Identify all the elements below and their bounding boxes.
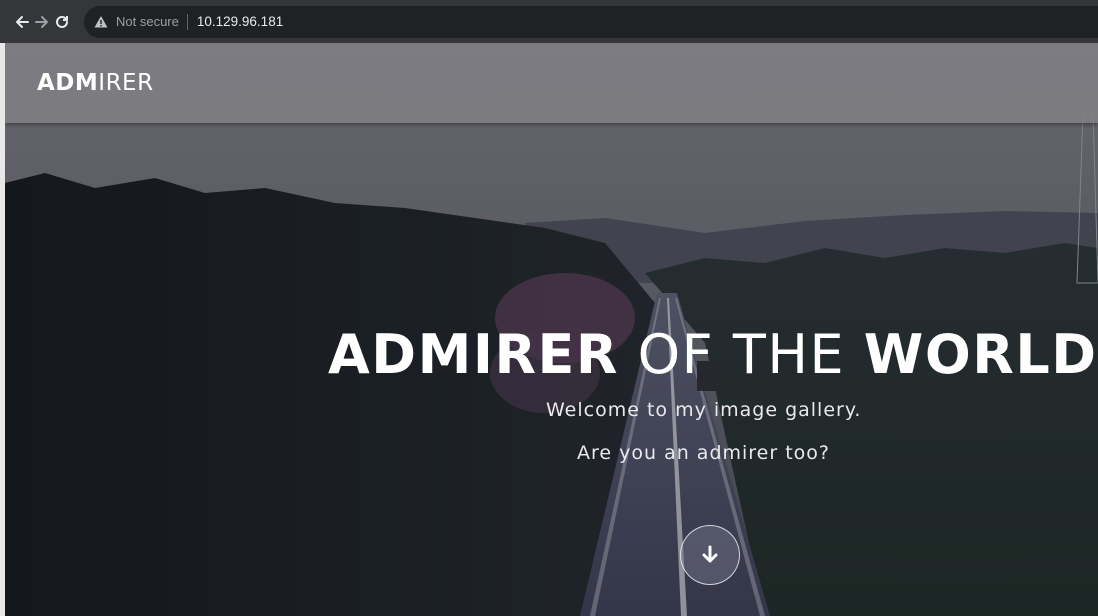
site-header: ADMIRER [5,43,1098,123]
warning-triangle-icon[interactable] [94,15,108,29]
hero-title-part1: ADMIRER [328,323,619,386]
logo-bold-part: ADM [37,70,99,96]
url-text[interactable]: 10.129.96.181 [197,14,283,29]
security-label[interactable]: Not secure [116,14,179,29]
reload-button[interactable] [54,8,70,36]
back-button[interactable] [14,8,30,36]
arrow-down-icon [702,545,718,563]
hero-title-part3: WORLD. [863,323,1098,386]
logo-light-part: IRER [98,70,154,96]
forward-button[interactable] [34,8,50,36]
hero-subtitle-line2: Are you an admirer too? [577,442,831,464]
arrow-right-icon [35,15,48,28]
arrow-left-icon [16,15,29,28]
hero-title: ADMIRER OF THE WORLD. [328,323,1098,386]
address-bar[interactable]: Not secure 10.129.96.181 [84,5,1098,38]
web-page: ADMIRER ADMIRER OF THE WORLD. Welcome to… [5,43,1098,616]
scroll-down-button[interactable] [680,525,740,585]
reload-icon [56,15,68,28]
site-logo[interactable]: ADMIRER [37,70,154,96]
address-divider [186,13,188,30]
hero-subtitle-line1: Welcome to my image gallery. [546,399,862,421]
hero-title-part2: OF THE [637,323,846,386]
browser-toolbar: Not secure 10.129.96.181 [0,0,1098,43]
